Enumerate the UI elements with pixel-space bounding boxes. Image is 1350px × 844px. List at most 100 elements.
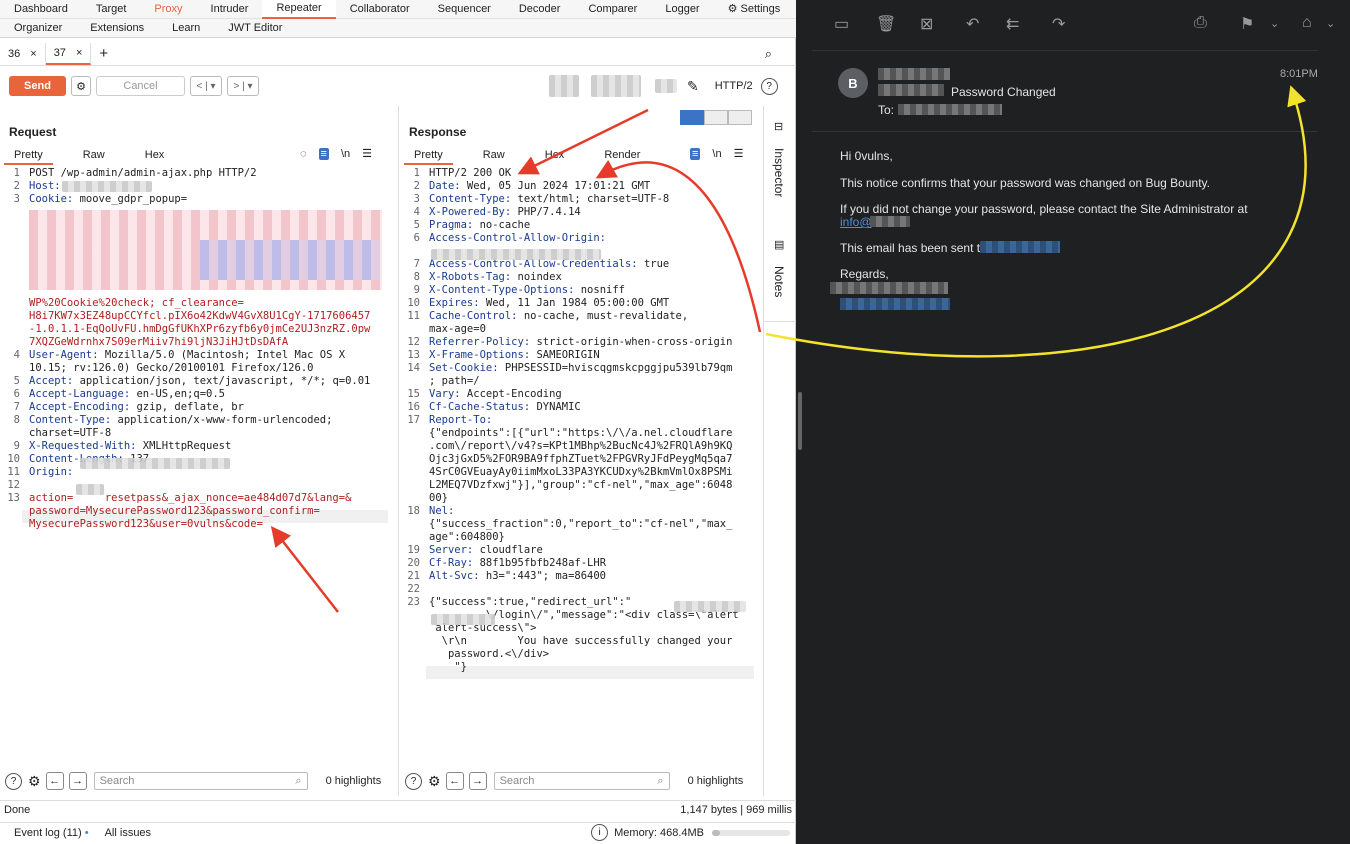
status-bar: Done 1,147 bytes | 969 millis	[0, 800, 796, 819]
code-line: Set-Cookie: PHPSESSID=hviscqgmskcpggjpu5…	[429, 362, 733, 374]
reply-all-icon[interactable]: ⇇	[1006, 14, 1019, 34]
send-button[interactable]: Send	[9, 76, 66, 96]
menu-intruder[interactable]: Intruder	[197, 0, 263, 19]
code-line: POST /wp-admin/admin-ajax.php HTTP/2	[29, 167, 257, 179]
notes-tab[interactable]: Notes	[772, 266, 786, 297]
tab-raw[interactable]: Raw	[73, 148, 115, 165]
reply-icon[interactable]: ↶	[966, 14, 979, 34]
notes-icon[interactable]: ▤	[774, 238, 784, 251]
code-line: Vary: Accept-Encoding	[429, 388, 562, 400]
request-title: Request	[9, 125, 57, 139]
menu-sequencer[interactable]: Sequencer	[424, 0, 505, 19]
print-icon[interactable]: ⎙	[1194, 14, 1207, 32]
code-line: .com\/report\/v4?s=KPt1MBhp%2BucNc4J%2FR…	[429, 440, 733, 452]
hide-icon[interactable]: ◌	[300, 148, 307, 160]
line-number: 1	[413, 167, 420, 179]
next-match-button[interactable]: →	[68, 772, 87, 790]
menu-organizer[interactable]: Organizer	[0, 19, 76, 38]
flag-icon[interactable]: ⚑	[1240, 14, 1254, 34]
newline-icon[interactable]: \n	[712, 148, 721, 160]
menu-dashboard[interactable]: Dashboard	[0, 0, 82, 19]
code-line: Pragma: no-cache	[429, 219, 531, 231]
close-icon[interactable]: ×	[76, 47, 82, 59]
line-number: 7	[413, 258, 420, 270]
newline-icon[interactable]: \n	[341, 148, 350, 160]
menu-collaborator[interactable]: Collaborator	[336, 0, 424, 19]
tab-hex[interactable]: Hex	[535, 148, 575, 165]
admin-email-link[interactable]: info@	[840, 215, 872, 229]
menu-target[interactable]: Target	[82, 0, 141, 19]
search-input[interactable]: Search ⌕	[493, 772, 670, 790]
inspector-icon[interactable]: ⊟	[774, 120, 783, 133]
redacted-sender	[878, 68, 950, 80]
memory-bar	[712, 829, 790, 836]
menu-icon[interactable]: ☰	[362, 147, 372, 160]
menu-logger[interactable]: Logger	[651, 0, 713, 19]
search-icon[interactable]: ⌕	[765, 46, 772, 62]
menu-repeater[interactable]: Repeater	[262, 0, 336, 19]
chevron-down-icon[interactable]: ⌄	[1270, 17, 1279, 30]
tab-render[interactable]: Render	[594, 148, 650, 165]
menu-comparer[interactable]: Comparer	[574, 0, 651, 19]
menu-jwt-editor[interactable]: JWT Editor	[214, 19, 296, 38]
menu-decoder[interactable]: Decoder	[505, 0, 575, 19]
help-icon[interactable]: ?	[405, 772, 422, 790]
chevron-down-icon[interactable]: ⌄	[1326, 17, 1335, 30]
menu-settings[interactable]: ⚙ Settings	[714, 0, 795, 19]
wrap-icon[interactable]: ≡	[690, 147, 701, 160]
line-number: 20	[407, 557, 420, 569]
search-input[interactable]: Search ⌕	[93, 772, 308, 790]
scrollbar[interactable]	[798, 392, 802, 450]
edit-icon[interactable]: ✎	[687, 78, 699, 95]
tab-pretty[interactable]: Pretty	[404, 148, 453, 165]
prev-match-button[interactable]: ←	[45, 772, 64, 790]
line-number: 3	[13, 193, 20, 205]
forward-button[interactable]: > | ▾	[227, 76, 259, 96]
menu-icon[interactable]: ☰	[734, 147, 744, 160]
code-line: Accept: application/json, text/javascrip…	[29, 375, 371, 387]
next-match-button[interactable]: →	[468, 772, 487, 790]
junk-icon[interactable]: ⊠	[920, 14, 933, 34]
help-icon[interactable]: ?	[760, 77, 778, 95]
menu-learn[interactable]: Learn	[158, 19, 214, 38]
tab-raw[interactable]: Raw	[473, 148, 515, 165]
add-tab-icon[interactable]: +	[91, 45, 116, 62]
repeater-tab[interactable]: 36 ×	[0, 42, 46, 65]
folder-icon[interactable]: ⌂	[1302, 14, 1312, 32]
line-number: 17	[407, 414, 420, 426]
wrap-icon[interactable]: ≡	[318, 147, 329, 160]
menu-proxy[interactable]: Proxy	[140, 0, 196, 19]
response-pane: Response Pretty Raw Hex Render ≡ \n ☰ 1H…	[400, 106, 764, 796]
prev-match-button[interactable]: ←	[445, 772, 464, 790]
help-icon[interactable]: ?	[5, 772, 22, 790]
inspector-sidebar: ⊟ Inspector ▤ Notes	[764, 106, 796, 796]
gear-icon[interactable]: ⚙	[428, 773, 441, 790]
line-number: 13	[7, 492, 20, 504]
gear-icon[interactable]: ⚙	[71, 76, 91, 96]
code-line: 00}	[429, 492, 448, 504]
status-text: Done	[4, 804, 31, 816]
code-line: Cf-Cache-Status: DYNAMIC	[429, 401, 581, 413]
close-icon[interactable]: ×	[30, 48, 36, 60]
repeater-tab-active[interactable]: 37 ×	[45, 42, 92, 65]
tab-hex[interactable]: Hex	[135, 148, 175, 165]
menu-extensions[interactable]: Extensions	[76, 19, 158, 38]
search-icon: ⌕	[657, 774, 664, 787]
inspector-tab[interactable]: Inspector	[772, 148, 786, 197]
trash-icon[interactable]: 🗑	[876, 14, 896, 34]
event-bar: Event log (11) • All issues i Memory: 46…	[0, 822, 796, 842]
all-issues-button[interactable]: All issues	[105, 827, 151, 839]
line-number: 4	[13, 349, 20, 361]
request-footer: ? ⚙ ← → Search ⌕ 0 highlights	[0, 770, 399, 792]
request-subtabs: Pretty Raw Hex	[4, 148, 194, 165]
http-version[interactable]: HTTP/2	[715, 80, 753, 92]
back-button[interactable]: < | ▾	[190, 76, 222, 96]
tab-pretty[interactable]: Pretty	[4, 148, 53, 165]
forward-icon[interactable]: ↷	[1052, 14, 1065, 34]
redacted-cookie	[200, 240, 380, 280]
event-log-button[interactable]: Event log (11) •	[14, 827, 89, 839]
archive-icon[interactable]: ▭	[834, 14, 849, 34]
cancel-button[interactable]: Cancel	[96, 76, 185, 96]
gear-icon[interactable]: ⚙	[28, 773, 41, 790]
code-line: \r\n You have successfully changed your	[429, 635, 733, 647]
